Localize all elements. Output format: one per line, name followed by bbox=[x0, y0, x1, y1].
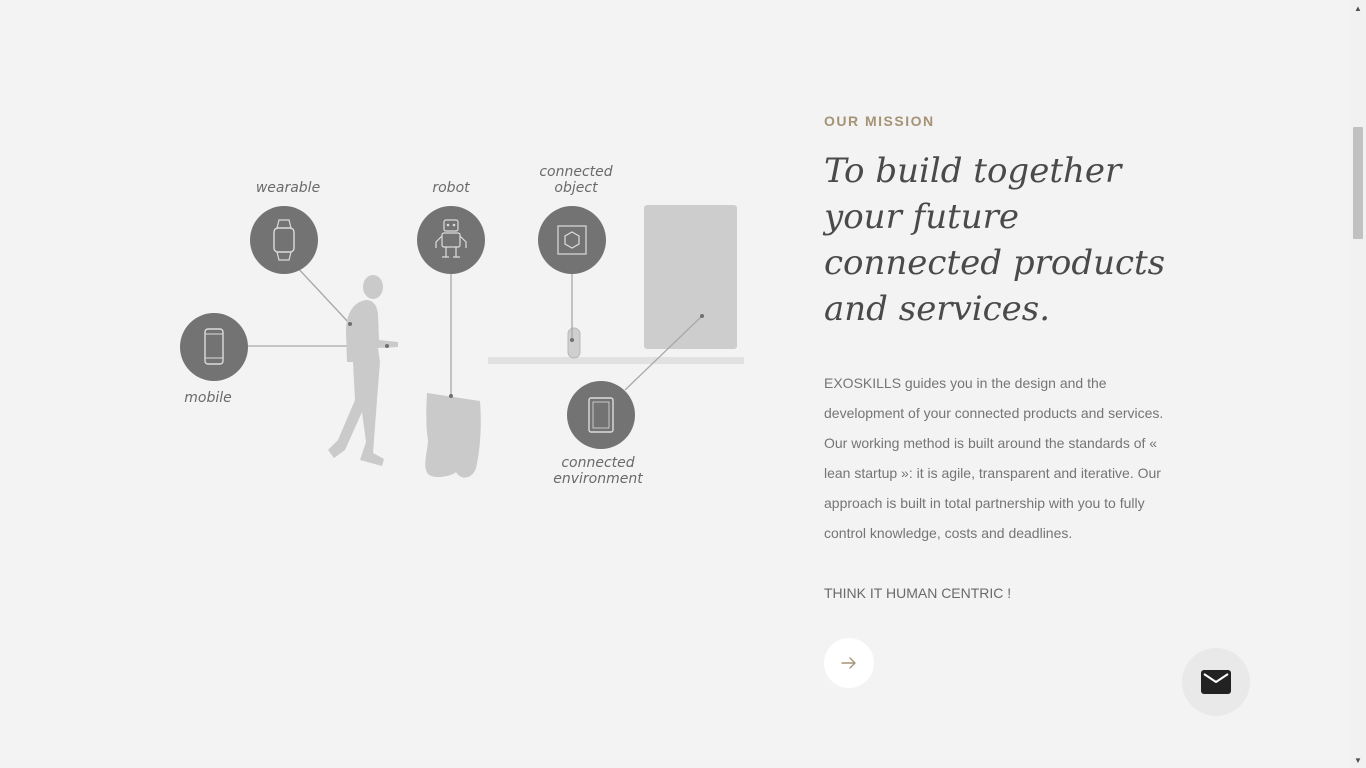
scroll-up-arrow-icon[interactable]: ▲ bbox=[1350, 0, 1366, 16]
mission-tagline: THINK IT HUMAN CENTRIC ! bbox=[824, 585, 1012, 601]
shelf-shape bbox=[488, 357, 744, 364]
connected-object-label: connected object bbox=[539, 164, 613, 196]
connector-lines bbox=[248, 264, 703, 396]
person-silhouette bbox=[328, 275, 398, 466]
robot-silhouette bbox=[425, 393, 481, 478]
robot-label: robot bbox=[432, 180, 470, 196]
smartwatch-icon bbox=[250, 206, 318, 274]
object-device-shape bbox=[567, 327, 581, 359]
tablet-icon bbox=[567, 381, 635, 449]
wearable-label: wearable bbox=[255, 180, 321, 196]
mission-section: wearable robot connected object mobile c… bbox=[0, 0, 1350, 768]
section-eyebrow: OUR MISSION bbox=[824, 113, 935, 129]
robot-icon bbox=[417, 206, 485, 274]
hexagon-object-icon bbox=[538, 206, 606, 274]
mobile-label: mobile bbox=[184, 390, 232, 406]
mission-description: EXOSKILLS guides you in the design and t… bbox=[824, 375, 1164, 541]
scroll-down-arrow-icon[interactable]: ▼ bbox=[1350, 752, 1366, 768]
read-more-button[interactable] bbox=[824, 638, 874, 688]
page-scrollbar[interactable]: ▲ ▼ bbox=[1350, 0, 1366, 768]
mail-icon bbox=[1201, 670, 1231, 694]
illustration-canvas bbox=[180, 205, 744, 478]
connected-ecosystem-illustration: wearable robot connected object mobile c… bbox=[170, 150, 760, 510]
smartphone-icon bbox=[180, 313, 248, 381]
mission-headline: To build together your future connected … bbox=[824, 151, 1166, 329]
contact-mail-button[interactable] bbox=[1182, 648, 1250, 716]
scroll-thumb[interactable] bbox=[1353, 127, 1363, 239]
arrow-right-icon bbox=[841, 657, 856, 669]
connected-environment-label: connected environment bbox=[553, 455, 643, 487]
